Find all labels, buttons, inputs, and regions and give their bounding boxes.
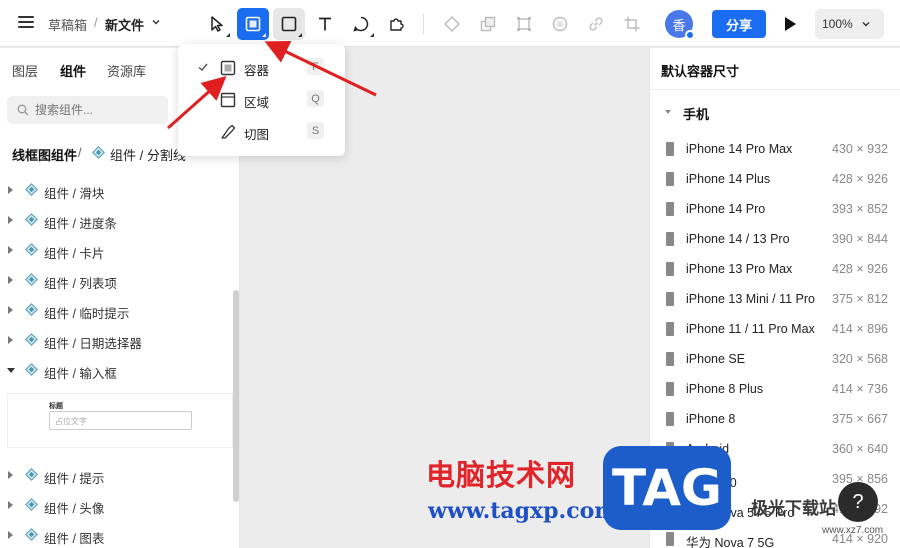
watermark-tag-logo: TAG <box>603 446 731 530</box>
arrow-to-container-menu-item <box>167 76 227 130</box>
arrow-to-container-tool <box>264 40 377 97</box>
watermark-brand: 极光下载站 <box>751 499 836 519</box>
help-button[interactable]: ? <box>838 482 878 522</box>
watermark-site-url: www.tagxp.com <box>428 498 618 524</box>
watermark-site-name: 电脑技术网 <box>426 458 577 492</box>
watermark-brand-url: www.xz7.com <box>822 525 884 536</box>
